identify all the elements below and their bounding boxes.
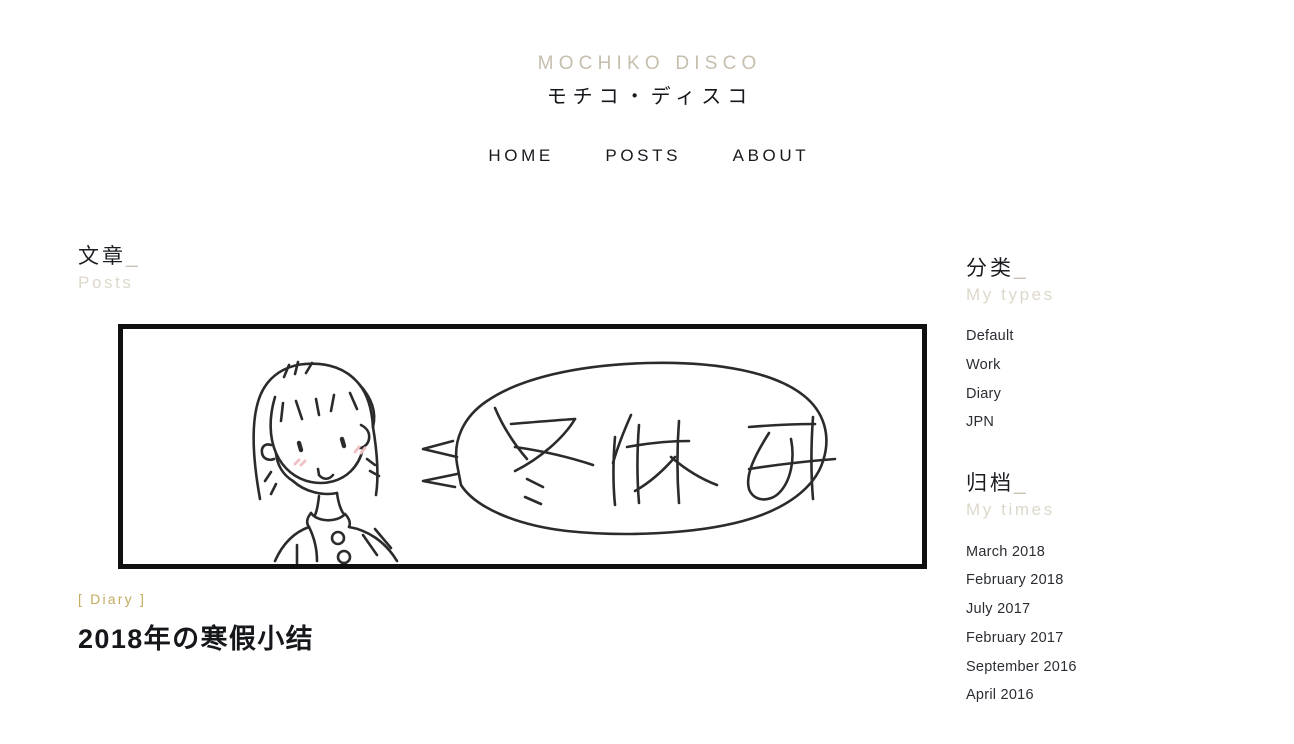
posts-column: 文章_ Posts [Diary] 2018年の寒假小结 bbox=[78, 244, 927, 679]
sidebar-item-diary[interactable]: Diary bbox=[966, 380, 1264, 409]
sidebar-item-february-2017[interactable]: February 2017 bbox=[966, 624, 1264, 653]
archives-heading-underscore: _ bbox=[1014, 472, 1029, 496]
posts-heading-cn-text: 文章 bbox=[78, 244, 126, 268]
posts-heading-en: Posts bbox=[78, 272, 134, 292]
sidebar-item-july-2017[interactable]: July 2017 bbox=[966, 595, 1264, 624]
archives-list: March 2018 February 2018 July 2017 Febru… bbox=[966, 538, 1264, 711]
categories-heading-en: My types bbox=[966, 284, 1055, 304]
nav-link-home[interactable]: HOME bbox=[485, 146, 554, 166]
sidebar-item-february-2018[interactable]: February 2018 bbox=[966, 566, 1264, 595]
sidebar: 分类_ My types Default Work Diary JPN 归档_ … bbox=[888, 244, 1264, 744]
sidebar-item-default[interactable]: Default bbox=[966, 322, 1264, 351]
categories-heading-underscore: _ bbox=[1014, 256, 1029, 280]
page-body: 文章_ Posts [Diary] 2018年の寒假小结 分类_ My ty… bbox=[0, 244, 1294, 744]
archives-heading-cn-text: 归档 bbox=[966, 472, 1014, 496]
archives-heading-en: My times bbox=[966, 500, 1055, 520]
post-featured-image[interactable] bbox=[118, 324, 927, 570]
post-category-tag[interactable]: [ Diary ] bbox=[78, 591, 888, 607]
categories-list: Default Work Diary JPN bbox=[966, 322, 1264, 437]
archives-section-heading: 归档_ My times bbox=[966, 471, 1264, 521]
categories-heading-cn: 分类_ bbox=[966, 256, 1264, 281]
archives-heading-cn: 归档_ bbox=[966, 471, 1264, 496]
site-brand-en: MOCHIKO DISCO bbox=[537, 53, 762, 74]
sidebar-item-march-2018[interactable]: March 2018 bbox=[966, 538, 1264, 567]
main-navigation: HOME POSTS ABOUT bbox=[0, 146, 1294, 166]
posts-section-heading: 文章_ Posts bbox=[78, 244, 888, 294]
sidebar-item-jpn[interactable]: JPN bbox=[966, 408, 1264, 437]
nav-link-posts[interactable]: POSTS bbox=[602, 146, 681, 166]
posts-heading-cn: 文章_ bbox=[78, 244, 888, 269]
site-brand-jp: モチコ・ディスコ bbox=[546, 85, 754, 108]
posts-heading-underscore: _ bbox=[126, 244, 141, 268]
categories-section-heading: 分类_ My types bbox=[966, 256, 1264, 306]
sidebar-archives-block: 归档_ My times March 2018 February 2018 Ju… bbox=[966, 471, 1264, 710]
post-title[interactable]: 2018年の寒假小结 bbox=[78, 623, 888, 657]
sidebar-item-september-2016[interactable]: September 2016 bbox=[966, 653, 1264, 682]
sidebar-item-april-2016[interactable]: April 2016 bbox=[966, 681, 1264, 710]
hand-drawn-illustration-icon bbox=[252, 360, 837, 565]
nav-link-about[interactable]: ABOUT bbox=[729, 146, 809, 166]
sidebar-item-work[interactable]: Work bbox=[966, 351, 1264, 380]
site-header: MOCHIKO DISCO モチコ・ディスコ HOME POSTS ABOUT bbox=[0, 0, 1294, 166]
sidebar-categories-block: 分类_ My types Default Work Diary JPN bbox=[966, 256, 1264, 437]
categories-heading-cn-text: 分类 bbox=[966, 256, 1014, 280]
